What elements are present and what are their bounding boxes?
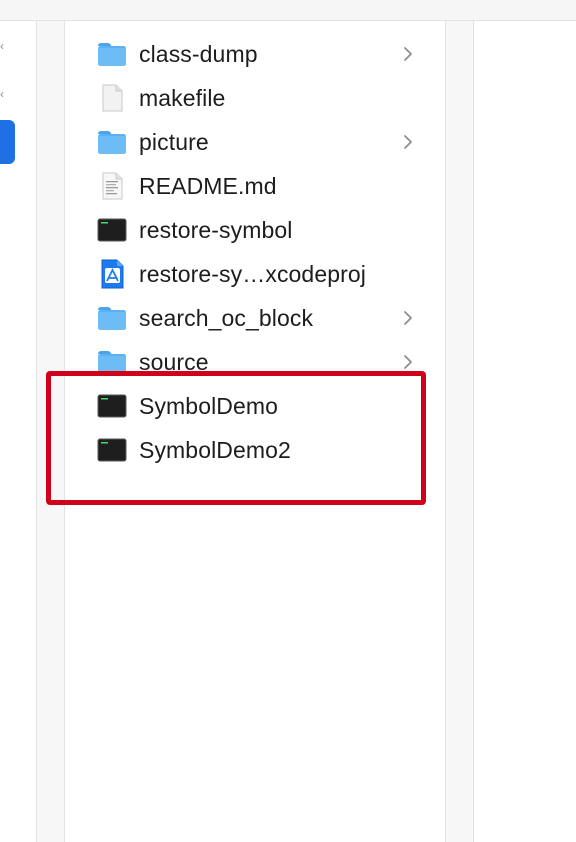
column-divider (473, 21, 474, 842)
xcode-project-icon (101, 259, 124, 289)
file-name: restore-sy…xcodeproj (139, 261, 366, 287)
annotation-highlight-box (46, 371, 426, 505)
list-item-restore-symbol[interactable]: restore-symbol (64, 208, 424, 252)
folder-icon (98, 131, 126, 154)
list-item-picture[interactable]: picture (64, 120, 424, 164)
list-item-class-dump[interactable]: class-dump (64, 32, 424, 76)
chevron-right-icon (404, 355, 412, 369)
list-item-xcodeproj[interactable]: restore-sy…xcodeproj (64, 252, 424, 296)
document-icon (102, 84, 123, 112)
list-item-search-oc-block[interactable]: search_oc_block (64, 296, 424, 340)
file-name: makefile (139, 85, 226, 111)
window-toolbar (0, 0, 576, 21)
selected-item-indicator[interactable] (0, 120, 15, 164)
chevron-right-icon (404, 47, 412, 61)
chevron-right-icon: ‹ (0, 87, 4, 101)
list-item-makefile[interactable]: makefile (64, 76, 424, 120)
folder-icon (98, 307, 126, 330)
column-gutter (446, 21, 473, 842)
terminal-executable-icon (97, 218, 127, 242)
folder-icon (98, 43, 126, 66)
file-name: restore-symbol (139, 217, 293, 243)
file-name: search_oc_block (139, 305, 314, 331)
text-document-icon (102, 172, 123, 200)
list-item-readme[interactable]: README.md (64, 164, 424, 208)
chevron-right-icon (404, 311, 412, 325)
chevron-right-icon: ‹ (0, 39, 4, 53)
file-name: class-dump (139, 41, 258, 67)
file-name: README.md (139, 173, 277, 199)
file-name: picture (139, 129, 209, 155)
chevron-right-icon (404, 135, 412, 149)
